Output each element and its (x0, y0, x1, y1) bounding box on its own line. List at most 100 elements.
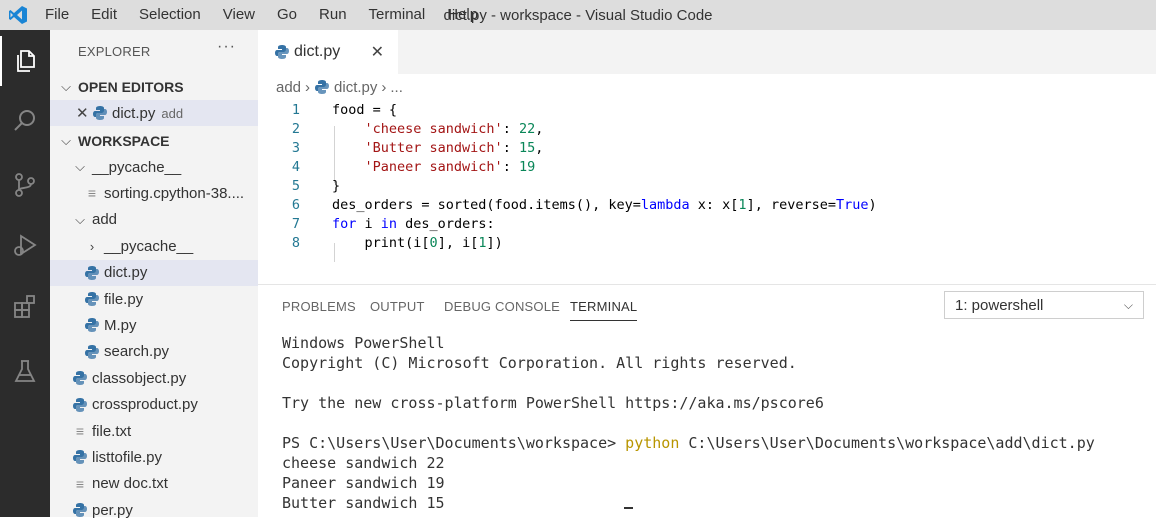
file-item[interactable]: search.py (50, 339, 258, 365)
python-file-icon (93, 106, 107, 120)
text-file-icon: ≡ (75, 475, 85, 492)
breadcrumb-file[interactable]: dict.py (334, 79, 377, 96)
tab-terminal[interactable]: TERMINAL (570, 299, 638, 321)
file-item[interactable]: ≡ sorting.cpython-38.... (50, 180, 258, 206)
code-line-2: 'cheese sandwich': 22, (364, 121, 544, 137)
code-line-4: 'Paneer sandwich': 19 (364, 159, 536, 175)
close-icon[interactable]: ✕ (76, 104, 92, 122)
file-item[interactable]: ≡ file.txt (50, 418, 258, 444)
tree-item-label: __pycache__ (92, 158, 182, 176)
folder-item[interactable]: › __pycache__ (50, 233, 258, 259)
line-number: 2 (291, 121, 300, 137)
activity-bar (0, 30, 50, 517)
terminal-line: Windows PowerShell (282, 334, 445, 352)
workspace-section[interactable]: ⌵ WORKSPACE (50, 128, 258, 154)
chevron-right-icon: › (305, 78, 311, 96)
menu-help[interactable]: Help (436, 0, 489, 30)
code-line-7: for i in des_orders: (332, 216, 495, 232)
breadcrumb-ellipsis[interactable]: ... (390, 79, 403, 96)
chevron-down-icon: ⌵ (1123, 298, 1133, 312)
open-editor-desc: add (161, 105, 184, 121)
explorer-icon[interactable] (0, 36, 50, 86)
python-file-icon (85, 344, 99, 359)
code-line-5: } (332, 178, 341, 194)
more-actions-icon[interactable]: ··· (217, 38, 236, 56)
run-debug-icon[interactable] (0, 220, 50, 270)
text-file-icon: ≡ (75, 423, 85, 439)
breadcrumb-folder[interactable]: add (276, 79, 301, 96)
python-file-icon (73, 450, 87, 465)
menu-go[interactable]: Go (266, 0, 308, 30)
file-item[interactable]: dict.py (50, 259, 258, 286)
line-number: 4 (291, 159, 300, 175)
file-item[interactable]: file.py (50, 286, 258, 312)
file-item[interactable]: listtofile.py (50, 444, 258, 470)
close-icon[interactable]: ✕ (371, 42, 384, 62)
terminal-cursor (624, 507, 633, 509)
chevron-down-icon: ⌵ (75, 159, 85, 174)
code-line-3: 'Butter sandwich': 15, (364, 140, 544, 156)
chevron-right-icon: › (89, 238, 95, 254)
vscode-logo-icon (2, 0, 34, 30)
python-file-icon (73, 371, 87, 386)
tab-debug-console[interactable]: DEBUG CONSOLE (444, 299, 560, 314)
terminal-output[interactable]: Windows PowerShell Copyright (C) Microso… (282, 333, 1095, 513)
python-file-icon (315, 80, 330, 94)
tab-output[interactable]: OUTPUT (370, 299, 425, 314)
open-editor-item[interactable]: ✕ dict.py add (50, 100, 258, 126)
line-number: 1 (291, 102, 300, 118)
tree-item-label: file.txt (92, 422, 132, 440)
tab-problems[interactable]: PROBLEMS (282, 299, 356, 314)
extensions-icon[interactable] (0, 282, 50, 332)
file-item[interactable]: crossproduct.py (50, 392, 258, 418)
line-number: 8 (291, 235, 300, 251)
tree-item-label: new doc.txt (92, 475, 168, 493)
menu-selection[interactable]: Selection (128, 0, 212, 30)
terminal-select[interactable]: 1: powershell ⌵ (944, 291, 1144, 319)
python-file-icon (73, 397, 87, 412)
file-item[interactable]: M.py (50, 312, 258, 338)
folder-item[interactable]: ⌵ __pycache__ (50, 154, 258, 180)
open-editors-section[interactable]: ⌵ OPEN EDITORS (50, 74, 258, 100)
file-item[interactable]: ≡ new doc.txt (50, 471, 258, 497)
search-icon[interactable] (0, 96, 50, 146)
breadcrumb: add › dict.py › ... (258, 74, 1156, 100)
chevron-down-icon: ⌵ (61, 79, 71, 94)
tree-item-label: listtofile.py (92, 448, 163, 466)
terminal-line: Try the new cross-platform PowerShell ht… (282, 394, 824, 412)
terminal-line: Butter sandwich 15 (282, 494, 445, 512)
editor-tab-bar: dict.py ✕ (258, 30, 1156, 74)
menu-bar: File Edit Selection View Go Run Terminal… (34, 0, 489, 30)
tree-item-label: classobject.py (92, 369, 187, 387)
python-file-icon (85, 318, 99, 333)
python-file-icon (275, 45, 289, 59)
terminal-command-arg: C:\Users\User\Documents\workspace\add\di… (679, 434, 1095, 452)
code-editor[interactable]: 1 2 3 4 5 6 7 8 food = { 'cheese sandwic… (258, 100, 1156, 280)
tab-dict-py[interactable]: dict.py ✕ (258, 30, 398, 74)
terminal-line: Copyright (C) Microsoft Corporation. All… (282, 354, 797, 372)
explorer-sidebar: EXPLORER ··· ⌵ OPEN EDITORS ✕ dict.py ad… (50, 30, 258, 519)
tree-item-label: file.py (104, 290, 144, 308)
open-editor-name: dict.py (112, 104, 156, 122)
source-control-icon[interactable] (0, 160, 50, 210)
line-number: 5 (291, 178, 300, 194)
menu-view[interactable]: View (212, 0, 266, 30)
code-line-8: print(i[0], i[1]) (332, 235, 503, 251)
folder-item[interactable]: ⌵ add (50, 207, 258, 233)
line-number: 6 (291, 197, 300, 213)
text-file-icon: ≡ (87, 185, 97, 202)
menu-edit[interactable]: Edit (80, 0, 128, 30)
menu-run[interactable]: Run (308, 0, 358, 30)
tree-item-label: per.py (92, 501, 133, 519)
terminal-command: python (625, 434, 680, 452)
file-item[interactable]: classobject.py (50, 365, 258, 391)
menu-terminal[interactable]: Terminal (358, 0, 437, 30)
chevron-down-icon: ⌵ (75, 211, 85, 227)
tree-item-label: __pycache__ (104, 237, 194, 255)
python-file-icon (73, 503, 87, 518)
testing-icon[interactable] (0, 346, 50, 396)
line-number: 7 (291, 216, 300, 232)
tree-item-label: dict.py (104, 264, 148, 282)
menu-file[interactable]: File (34, 0, 80, 30)
file-item[interactable]: per.py (50, 497, 258, 523)
